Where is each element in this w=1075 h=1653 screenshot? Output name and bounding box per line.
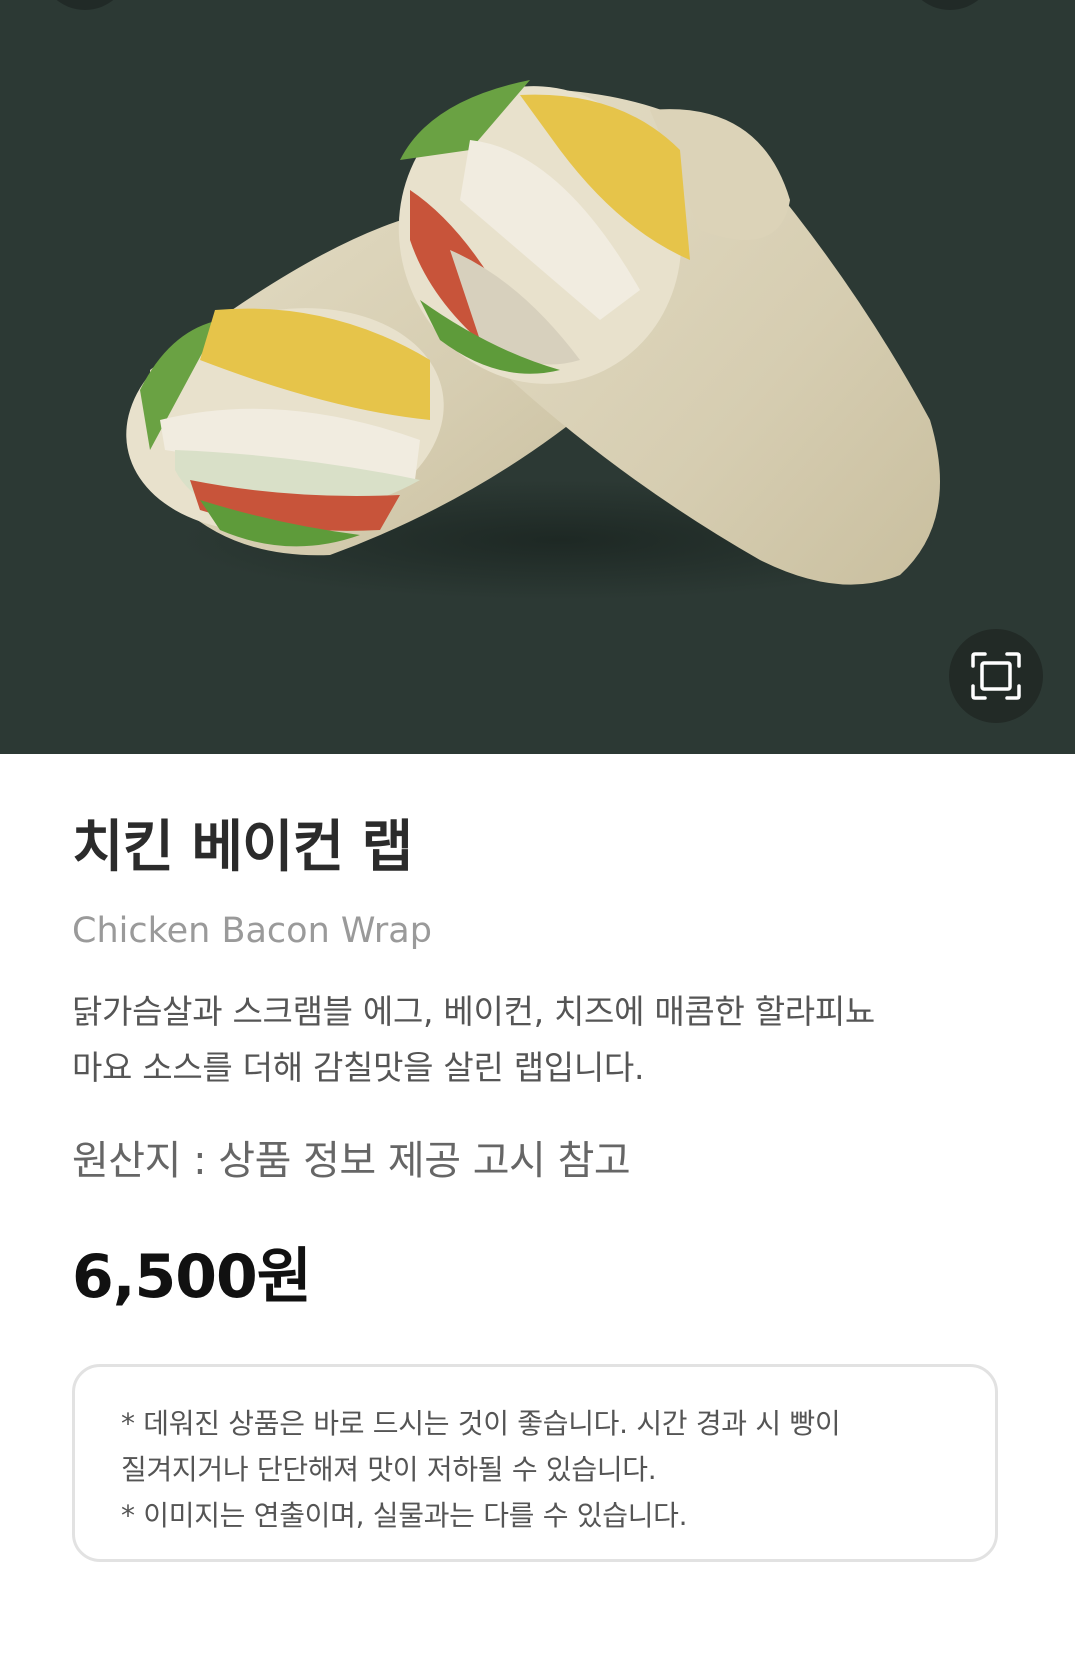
- product-name: 치킨 베이컨 랩: [72, 815, 413, 880]
- product-image: [126, 80, 940, 600]
- expand-image-button[interactable]: [949, 629, 1043, 723]
- product-price: 6,500원: [72, 1242, 312, 1312]
- product-image-area: [0, 0, 1075, 754]
- notice-line: * 이미지는 연출이며, 실물과는 다를 수 있습니다.: [121, 1499, 688, 1532]
- description-line: 마요 소스를 더해 감칠맛을 살린 랩입니다.: [72, 1048, 645, 1087]
- fullscreen-icon: [971, 652, 1021, 700]
- notice-line: 질겨지거나 단단해져 맛이 저하될 수 있습니다.: [121, 1453, 657, 1486]
- product-name-english: Chicken Bacon Wrap: [72, 911, 432, 951]
- description-line: 닭가슴살과 스크램블 에그, 베이컨, 치즈에 매콤한 할라피뇨: [72, 992, 875, 1031]
- origin-info: 원산지 : 상품 정보 제공 고시 참고: [72, 1138, 631, 1184]
- notice-box: * 데워진 상품은 바로 드시는 것이 좋습니다. 시간 경과 시 빵이 질겨지…: [72, 1364, 998, 1562]
- product-description: 닭가슴살과 스크램블 에그, 베이컨, 치즈에 매콤한 할라피뇨 마요 소스를 …: [72, 984, 972, 1096]
- notice-line: * 데워진 상품은 바로 드시는 것이 좋습니다. 시간 경과 시 빵이: [121, 1407, 841, 1440]
